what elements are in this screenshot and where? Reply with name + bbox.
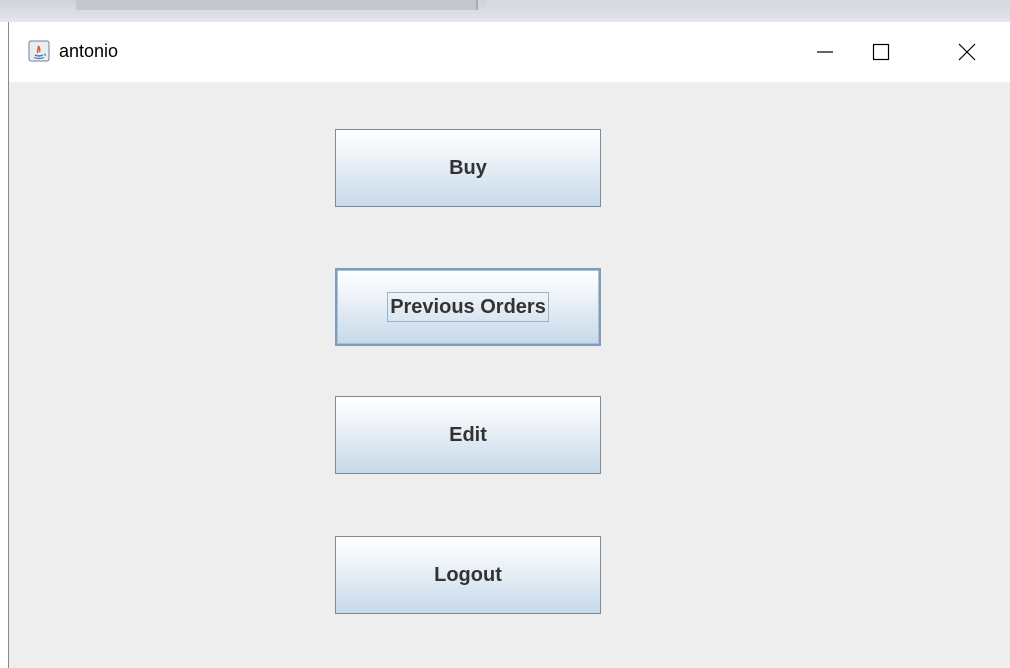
maximize-icon — [872, 43, 890, 61]
minimize-button[interactable] — [797, 22, 853, 82]
edit-button[interactable]: Edit — [335, 396, 601, 474]
logout-button[interactable]: Logout — [335, 536, 601, 614]
background-window-strip — [0, 0, 1010, 22]
edit-button-label: Edit — [449, 423, 487, 446]
logout-button-label: Logout — [434, 563, 502, 586]
maximize-button[interactable] — [853, 22, 909, 82]
previous-orders-button[interactable]: Previous Orders — [335, 268, 601, 346]
buy-button[interactable]: Buy — [335, 129, 601, 207]
background-window-segment — [486, 0, 1010, 10]
previous-orders-button-label: Previous Orders — [387, 292, 549, 322]
close-icon — [958, 43, 976, 61]
window-title: antonio — [59, 41, 119, 61]
minimize-icon — [817, 51, 833, 53]
app-window: antonio Buy Previous Orders Edit Logout — [8, 22, 1010, 668]
title-bar[interactable]: antonio — [9, 22, 1010, 82]
background-window-segment — [76, 0, 478, 10]
close-button[interactable] — [939, 22, 995, 82]
content-panel: Buy Previous Orders Edit Logout — [9, 82, 1010, 668]
java-app-icon — [28, 40, 50, 62]
buy-button-label: Buy — [449, 156, 487, 179]
